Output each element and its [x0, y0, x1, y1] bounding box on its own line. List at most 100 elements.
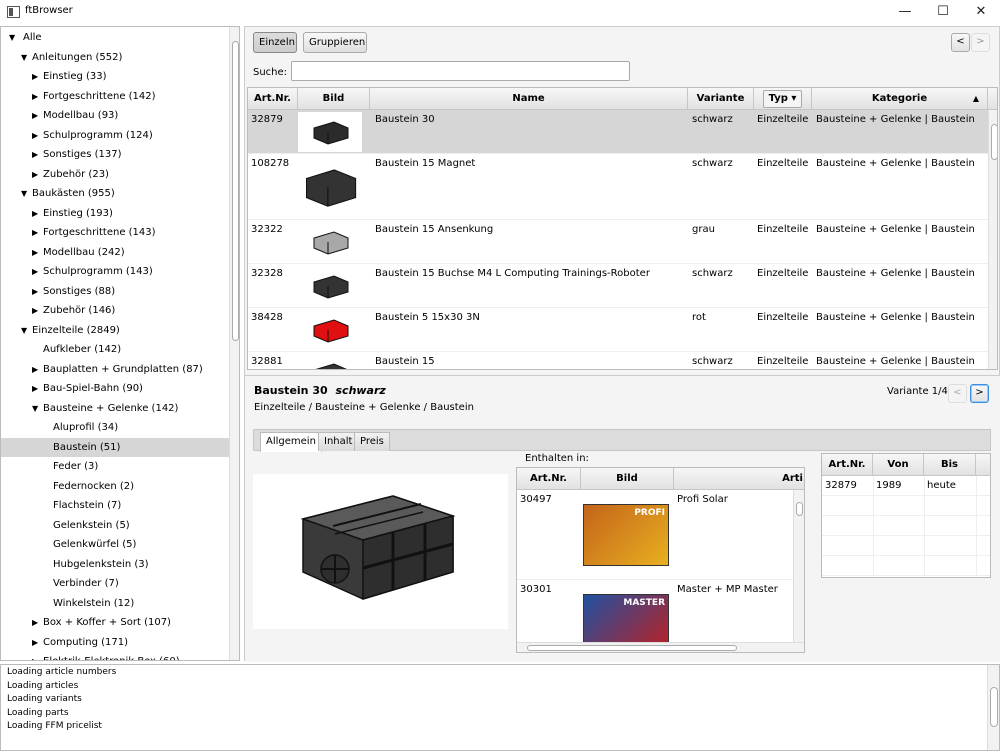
tree-item[interactable]: Aufkleber (142): [1, 340, 229, 360]
tree-item[interactable]: ▼ Anleitungen (552): [1, 48, 229, 68]
contained-header-artikel[interactable]: Arti: [674, 468, 804, 490]
tree-item[interactable]: ▶ Fortgeschrittene (142): [1, 87, 229, 107]
collapsed-arrow-icon[interactable]: ▶: [32, 633, 38, 653]
tab-allgemein[interactable]: Allgemein: [260, 432, 322, 452]
contained-header-bild[interactable]: Bild: [581, 468, 674, 490]
tree-item[interactable]: Aluprofil (34): [1, 418, 229, 438]
grid-scrollbar[interactable]: [988, 110, 997, 369]
expanded-arrow-icon[interactable]: ▼: [21, 321, 27, 341]
tree-item[interactable]: ▶ Zubehör (23): [1, 165, 229, 185]
history-header-artnr[interactable]: Art.Nr.: [822, 454, 873, 476]
tree-item[interactable]: ▶ Schulprogramm (143): [1, 262, 229, 282]
typ-filter-label[interactable]: Typ ▾: [762, 90, 803, 108]
contained-hscrollbar[interactable]: [517, 642, 804, 652]
minimize-button[interactable]: —: [886, 0, 924, 25]
table-row[interactable]: 38428 Baustein 5 15x30 3N rot Einzelteile Ba…: [248, 308, 988, 352]
tree-item[interactable]: ▶ Fortgeschrittene (143): [1, 223, 229, 243]
nav-next-button[interactable]: >: [971, 33, 990, 52]
collapsed-arrow-icon[interactable]: ▶: [32, 223, 38, 243]
collapsed-arrow-icon[interactable]: ▶: [32, 262, 38, 282]
tree-item[interactable]: Feder (3): [1, 457, 229, 477]
variant-prev-button[interactable]: <: [948, 384, 967, 403]
tree-scrollbar[interactable]: [229, 27, 239, 660]
collapsed-arrow-icon[interactable]: ▶: [32, 165, 38, 185]
tree-item[interactable]: ▶ Modellbau (93): [1, 106, 229, 126]
tree-item[interactable]: ▼ Einzelteile (2849): [1, 321, 229, 341]
tree-item[interactable]: Gelenkstein (5): [1, 516, 229, 536]
expanded-arrow-icon[interactable]: ▼: [21, 184, 27, 204]
tree-item[interactable]: ▼ Bausteine + Gelenke (142): [1, 399, 229, 419]
collapsed-arrow-icon[interactable]: ▶: [32, 204, 38, 224]
tree-item[interactable]: ▶ Computing (171): [1, 633, 229, 653]
history-header-von[interactable]: Von: [873, 454, 924, 476]
contained-row[interactable]: 30497 PROFI Profi Solar: [517, 490, 793, 580]
nav-prev-button[interactable]: <: [951, 33, 970, 52]
tree-item[interactable]: ▶ Einstieg (33): [1, 67, 229, 87]
history-header-bis[interactable]: Bis: [924, 454, 976, 476]
collapsed-arrow-icon[interactable]: ▶: [32, 379, 38, 399]
col-header-bild[interactable]: Bild: [298, 88, 370, 110]
tree-item[interactable]: ▶ Modellbau (242): [1, 243, 229, 263]
contained-hscrollbar-thumb[interactable]: [527, 645, 737, 651]
tree-item[interactable]: ▶ Schulprogramm (124): [1, 126, 229, 146]
single-view-button[interactable]: Einzeln: [253, 32, 297, 53]
collapsed-arrow-icon[interactable]: ▶: [32, 145, 38, 165]
tree-item[interactable]: Gelenkwürfel (5): [1, 535, 229, 555]
col-header-variante[interactable]: Variante: [688, 88, 754, 110]
tree-item[interactable]: ▼ Alle: [1, 28, 229, 48]
tree-scrollbar-thumb[interactable]: [232, 41, 239, 341]
history-row[interactable]: [822, 516, 990, 536]
contained-scrollbar-thumb[interactable]: [796, 502, 803, 516]
col-header-kategorie[interactable]: Kategorie ▲: [812, 88, 988, 110]
tree-item[interactable]: ▶ Sonstiges (88): [1, 282, 229, 302]
log-scrollbar[interactable]: [987, 665, 999, 750]
history-row[interactable]: 32879 1989 heute: [822, 476, 990, 496]
tree-item[interactable]: ▶ Box + Koffer + Sort (107): [1, 613, 229, 633]
collapsed-arrow-icon[interactable]: ▶: [32, 106, 38, 126]
expanded-arrow-icon[interactable]: ▼: [9, 28, 15, 48]
table-row[interactable]: 32328 Baustein 15 Buchse M4 L Computing T…: [248, 264, 988, 308]
history-row[interactable]: [822, 556, 990, 576]
tree-item[interactable]: Verbinder (7): [1, 574, 229, 594]
tree-item[interactable]: Hubgelenkstein (3): [1, 555, 229, 575]
expanded-arrow-icon[interactable]: ▼: [21, 48, 27, 68]
tree-item[interactable]: ▶ Bauplatten + Grundplatten (87): [1, 360, 229, 380]
tree-item[interactable]: ▶ Bau-Spiel-Bahn (90): [1, 379, 229, 399]
tree-item[interactable]: ▼ Baukästen (955): [1, 184, 229, 204]
tree-item[interactable]: Winkelstein (12): [1, 594, 229, 614]
tree-item[interactable]: ▶ Zubehör (146): [1, 301, 229, 321]
collapsed-arrow-icon[interactable]: ▶: [32, 243, 38, 263]
history-row[interactable]: [822, 536, 990, 556]
table-row[interactable]: 32879 Baustein 30 schwarz Einzelteile Bauste…: [248, 110, 988, 154]
table-row[interactable]: 32881 Baustein 15 schwarz Einzelteile Bauste…: [248, 352, 988, 369]
history-row[interactable]: [822, 496, 990, 516]
log-scrollbar-thumb[interactable]: [990, 687, 998, 727]
col-header-typ[interactable]: Typ ▾: [754, 88, 812, 110]
tab-preis[interactable]: Preis: [354, 432, 390, 451]
tree-item[interactable]: Federnocken (2): [1, 477, 229, 497]
expanded-arrow-icon[interactable]: ▼: [32, 399, 38, 419]
collapsed-arrow-icon[interactable]: ▶: [32, 87, 38, 107]
grid-scrollbar-thumb[interactable]: [991, 124, 997, 160]
collapsed-arrow-icon[interactable]: ▶: [32, 652, 38, 660]
maximize-button[interactable]: ☐: [924, 0, 962, 25]
collapsed-arrow-icon[interactable]: ▶: [32, 301, 38, 321]
collapsed-arrow-icon[interactable]: ▶: [32, 282, 38, 302]
tree-item[interactable]: Flachstein (7): [1, 496, 229, 516]
contained-header-artnr[interactable]: Art.Nr.: [517, 468, 581, 490]
collapsed-arrow-icon[interactable]: ▶: [32, 67, 38, 87]
tree-item[interactable]: ▶ Einstieg (193): [1, 204, 229, 224]
tree-item[interactable]: ▶ Elektrik-Elektronik-Box (60): [1, 652, 229, 660]
table-row[interactable]: 32322 Baustein 15 Ansenkung grau Einzelteil…: [248, 220, 988, 264]
tree-item[interactable]: ▶ Sonstiges (137): [1, 145, 229, 165]
table-row[interactable]: 108278 Baustein 15 Magnet schwarz Einzeltei…: [248, 154, 988, 220]
contained-scrollbar[interactable]: [793, 490, 804, 642]
tab-inhalt[interactable]: Inhalt: [318, 432, 359, 451]
collapsed-arrow-icon[interactable]: ▶: [32, 613, 38, 633]
collapsed-arrow-icon[interactable]: ▶: [32, 126, 38, 146]
group-view-button[interactable]: Gruppieren: [303, 32, 367, 53]
col-header-artnr[interactable]: Art.Nr.: [248, 88, 298, 110]
tree-item[interactable]: Baustein (51): [1, 437, 229, 457]
col-header-name[interactable]: Name: [370, 88, 688, 110]
close-button[interactable]: ✕: [962, 0, 1000, 25]
